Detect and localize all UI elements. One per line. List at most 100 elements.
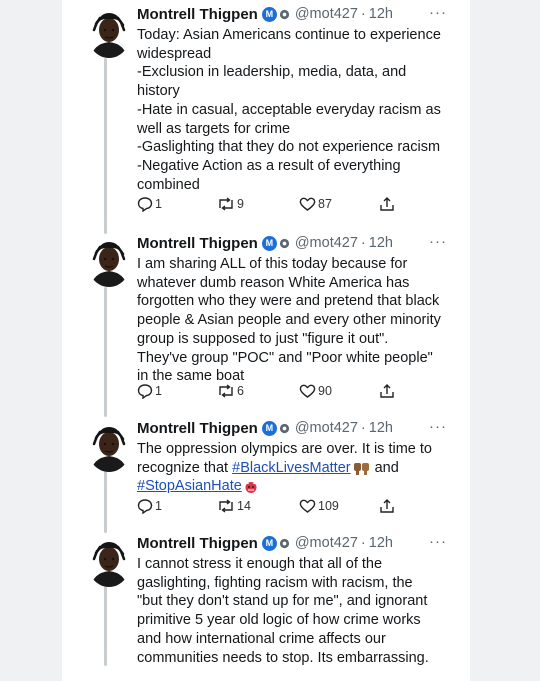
affiliate-badge-icon: [279, 423, 289, 433]
like-button[interactable]: 109: [299, 498, 339, 514]
avatar-image: [87, 8, 131, 58]
tweet-text: I cannot stress it enough that all of th…: [137, 555, 455, 667]
author-name[interactable]: Montrell Thigpen: [137, 235, 258, 252]
affiliate-badge-icon: [279, 9, 289, 19]
text-line: -Negative Action as a result of everythi…: [137, 157, 401, 174]
timestamp[interactable]: 12h: [369, 6, 393, 22]
tweet-actions: 1 9 87: [137, 196, 437, 214]
text-line: #StopAsianHate: [137, 477, 455, 496]
retweet-button[interactable]: 14: [217, 498, 251, 514]
reply-count: 1: [155, 499, 162, 513]
text-line: combined: [137, 176, 200, 193]
tweet-actions: 1 6 90: [137, 383, 437, 401]
like-count: 109: [318, 499, 339, 513]
avatar[interactable]: [87, 537, 131, 587]
reply-count: 1: [155, 384, 162, 398]
retweet-icon: [219, 499, 233, 513]
heart-icon: [299, 384, 316, 398]
author-handle[interactable]: @mot427: [295, 420, 358, 436]
verified-badge-icon: M: [261, 535, 277, 551]
text-line: primitive 5 year old logic of how crime …: [137, 612, 421, 629]
text-line: -Gaslighting that they do not experience…: [137, 139, 441, 156]
avatar-image: [87, 422, 131, 472]
text-line: and how international crime affects our: [137, 630, 386, 647]
timestamp[interactable]: 12h: [369, 235, 393, 251]
author-name[interactable]: Montrell Thigpen: [137, 420, 258, 437]
text-segment: recognize that: [137, 459, 233, 476]
japanese-goblin-icon: [245, 480, 257, 493]
text-segment: and: [370, 459, 399, 476]
tweet[interactable]: Montrell Thigpen M @mot427 · 12h ··· I c…: [62, 533, 470, 673]
hashtag-link[interactable]: #StopAsianHate: [137, 478, 242, 494]
heart-icon: [299, 197, 316, 211]
like-button[interactable]: 90: [299, 383, 332, 399]
tweet-header: Montrell Thigpen M @mot427 · 12h: [137, 418, 455, 438]
reply-button[interactable]: 1: [137, 196, 162, 212]
more-options-icon[interactable]: ···: [429, 234, 447, 249]
timestamp[interactable]: 12h: [369, 420, 393, 436]
retweet-button[interactable]: 6: [217, 383, 244, 399]
affiliate-badge-icon: [279, 538, 289, 548]
affiliate-badge-icon: [279, 238, 289, 248]
share-button[interactable]: [379, 196, 397, 212]
hashtag-link[interactable]: #BlackLivesMatter: [232, 460, 350, 476]
tweet-header: Montrell Thigpen M @mot427 · 12h: [137, 533, 455, 553]
text-line: well as targets for crime: [137, 120, 291, 137]
retweet-count: 14: [237, 499, 251, 513]
reply-count: 1: [155, 197, 162, 211]
like-count: 87: [318, 197, 332, 211]
reply-button[interactable]: 1: [137, 498, 162, 514]
tweet[interactable]: Montrell Thigpen M @mot427 · 12h ··· I a…: [62, 233, 470, 413]
text-line: gaslighting, fighting racism with racism…: [137, 574, 413, 591]
text-line: I am sharing ALL of this today because f…: [137, 256, 408, 272]
share-icon: [380, 197, 394, 211]
author-name[interactable]: Montrell Thigpen: [137, 6, 258, 23]
heart-icon: [299, 499, 316, 513]
avatar-image: [87, 237, 131, 287]
tweet-header: Montrell Thigpen M @mot427 · 12h: [137, 233, 455, 253]
text-line: -Exclusion in leadership, media, data, a…: [137, 64, 407, 81]
like-button[interactable]: 87: [299, 196, 332, 212]
separator: ·: [360, 420, 366, 436]
author-handle[interactable]: @mot427: [295, 6, 358, 22]
text-line: history: [137, 83, 180, 100]
avatar[interactable]: [87, 8, 131, 58]
separator: ·: [360, 235, 366, 251]
share-button[interactable]: [379, 383, 397, 399]
avatar[interactable]: [87, 422, 131, 472]
reply-icon: [137, 499, 153, 514]
text-line: widespread: [137, 45, 212, 62]
avatar[interactable]: [87, 237, 131, 287]
text-line: The oppression olympics are over. It is …: [137, 441, 432, 457]
retweet-count: 9: [237, 197, 244, 211]
like-count: 90: [318, 384, 332, 398]
verified-badge-icon: M: [261, 6, 277, 22]
text-line: They've group "POC" and "Poor white peop…: [137, 349, 433, 366]
author-name[interactable]: Montrell Thigpen: [137, 535, 258, 552]
separator: ·: [360, 535, 366, 551]
text-line: people & Asian people and every other mi…: [137, 312, 441, 329]
text-line: forgotten who they were and pretend that…: [137, 293, 440, 310]
reply-icon: [137, 384, 153, 399]
retweet-button[interactable]: 9: [217, 196, 244, 212]
text-line: recognize that #BlackLivesMatter and: [137, 459, 455, 478]
text-line: "but they don't stand up for me", and ig…: [137, 593, 428, 610]
more-options-icon[interactable]: ···: [429, 534, 447, 549]
more-options-icon[interactable]: ···: [429, 419, 447, 434]
tweet[interactable]: Montrell Thigpen M @mot427 · 12h ··· The…: [62, 418, 470, 530]
author-handle[interactable]: @mot427: [295, 535, 358, 551]
author-handle[interactable]: @mot427: [295, 235, 358, 251]
tweet-actions: 1 14 109: [137, 498, 437, 516]
tweet-header: Montrell Thigpen M @mot427 · 12h: [137, 4, 455, 24]
retweet-icon: [219, 384, 233, 398]
share-button[interactable]: [379, 498, 397, 514]
reply-button[interactable]: 1: [137, 383, 162, 399]
retweet-icon: [219, 197, 233, 211]
text-line: communities needs to stop. Its embarrass…: [137, 649, 429, 666]
reply-icon: [137, 197, 153, 212]
tweet[interactable]: Montrell Thigpen M @mot427 · 12h ··· Tod…: [62, 4, 470, 230]
share-icon: [380, 384, 394, 398]
avatar-image: [87, 537, 131, 587]
timestamp[interactable]: 12h: [369, 535, 393, 551]
more-options-icon[interactable]: ···: [429, 5, 447, 20]
